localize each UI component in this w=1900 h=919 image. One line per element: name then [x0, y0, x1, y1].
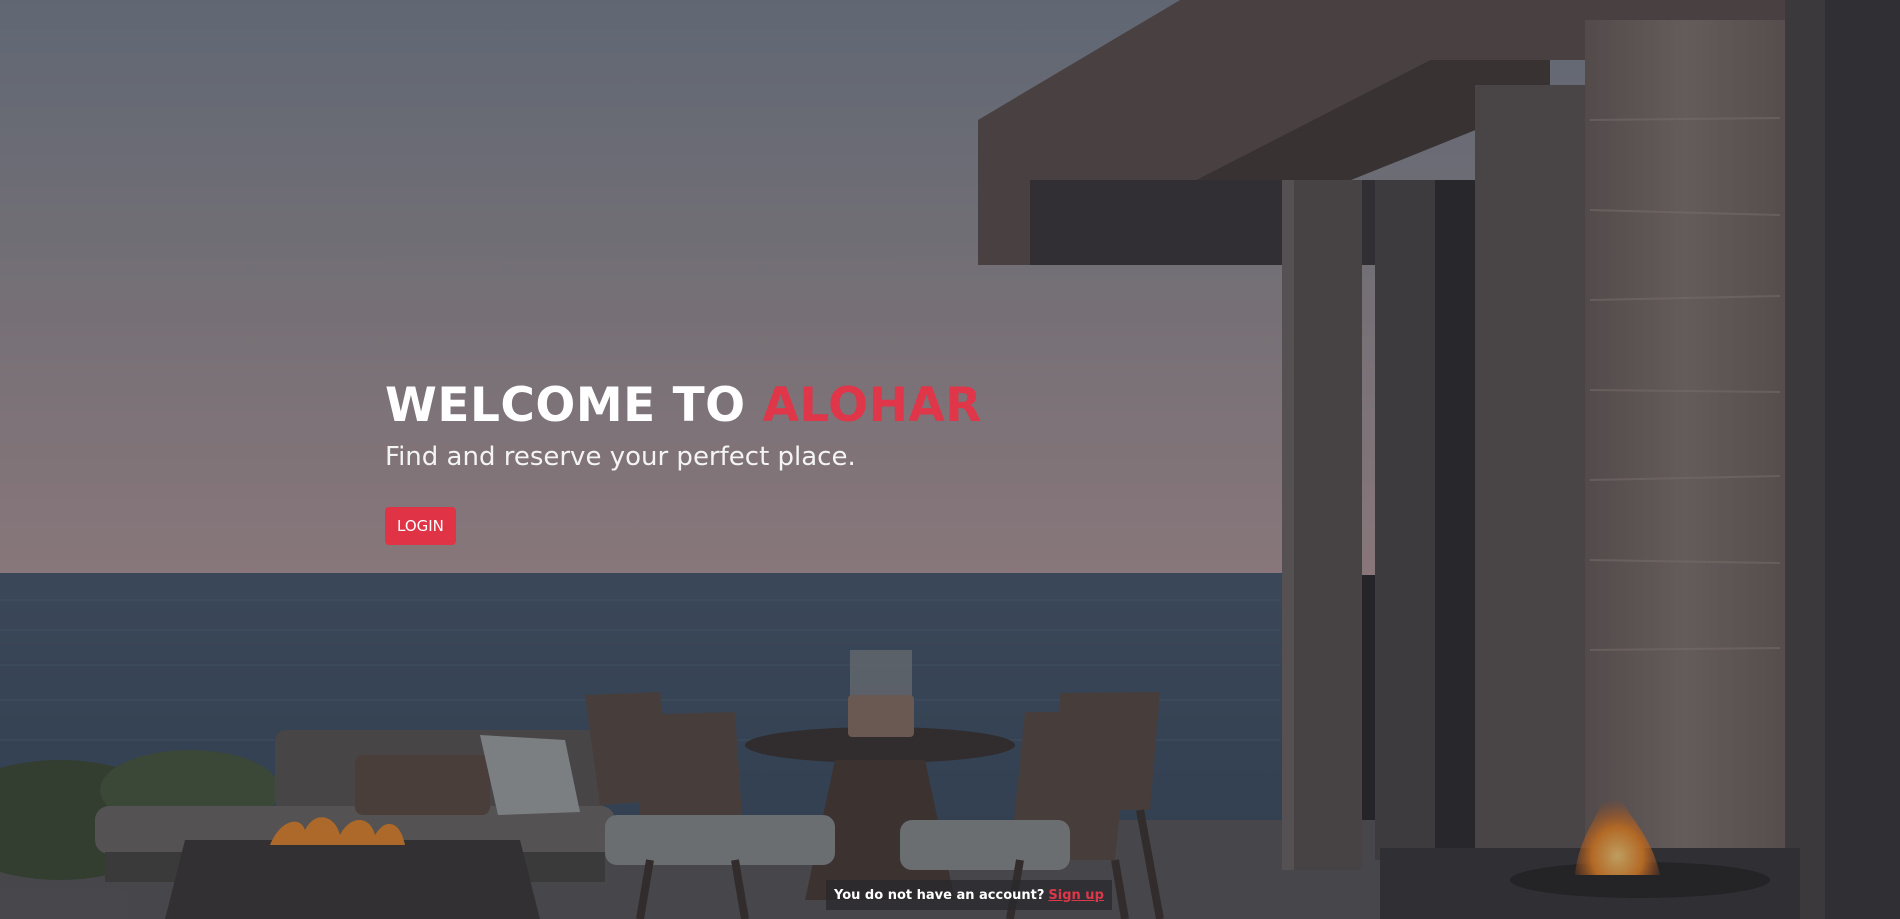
hero-subtitle: Find and reserve your perfect place.: [385, 442, 856, 472]
signup-prompt-text: You do not have an account?: [834, 887, 1045, 903]
signup-link[interactable]: Sign up: [1048, 888, 1103, 903]
brand-name: ALOHAR: [762, 378, 982, 433]
hero-headline: WELCOME TO ALOHAR: [385, 378, 982, 434]
hero-content: WELCOME TO ALOHAR Find and reserve your …: [385, 378, 982, 545]
hero-section: WELCOME TO ALOHAR Find and reserve your …: [0, 0, 1900, 919]
login-button[interactable]: LOGIN: [385, 507, 456, 545]
headline-prefix: WELCOME TO: [385, 378, 763, 433]
signup-prompt-bar: You do not have an account? Sign up: [826, 880, 1112, 910]
